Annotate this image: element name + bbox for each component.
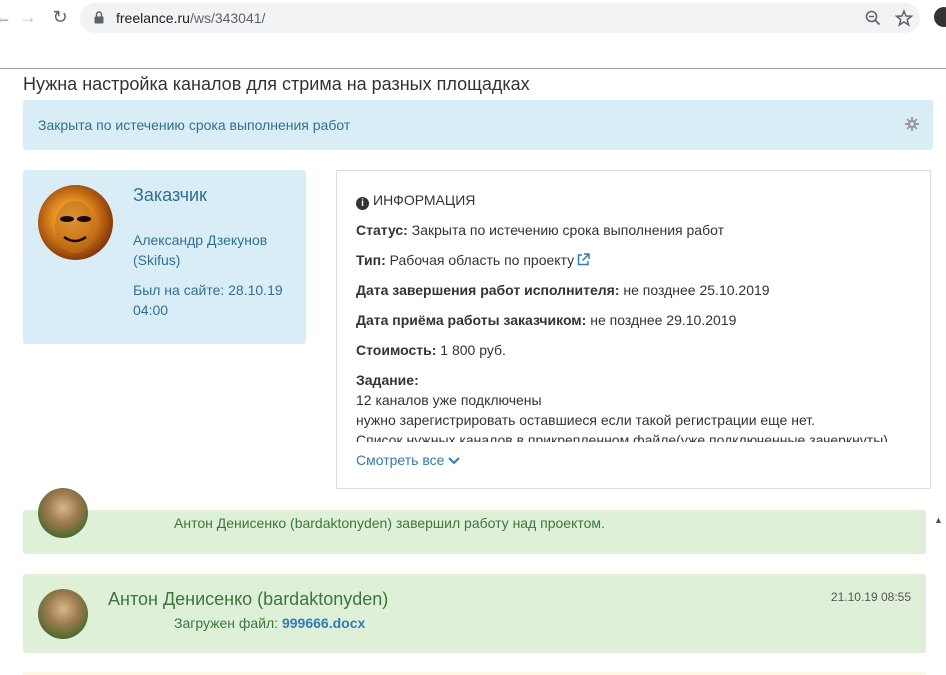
zoom-icon[interactable] (864, 9, 882, 27)
url-host: freelance.ru (116, 10, 190, 26)
type-label: Тип: (356, 252, 386, 268)
event-item: Антон Денисенко (bardaktonyden) завершил… (23, 488, 926, 554)
info-icon: i (356, 197, 369, 210)
info-accept-row: Дата приёма работы заказчиком: не поздне… (356, 312, 736, 328)
event-item: Антон Денисенко (bardaktonyden) 21.10.19… (23, 574, 926, 653)
browser-toolbar: ← → ↻ freelance.ru/ws/343041/ (0, 0, 946, 36)
back-arrow-icon[interactable]: ← (0, 6, 14, 28)
lock-icon (94, 11, 104, 24)
status-text: Закрыта по истечению срока выполнения ра… (38, 117, 351, 133)
status-bar: Закрыта по истечению срока выполнения ра… (23, 100, 933, 150)
profile-icon[interactable] (934, 7, 946, 27)
cost-label: Стоимость: (356, 342, 437, 358)
toolbar-divider (0, 68, 946, 69)
info-heading-text: ИНФОРМАЦИЯ (373, 192, 476, 208)
file-label: Загружен файл: (174, 615, 279, 631)
info-deadline-row: Дата завершения работ исполнителя: не по… (356, 282, 770, 298)
info-status-row: Статус: Закрыта по истечению срока выпол… (356, 222, 724, 238)
client-avatar[interactable] (38, 185, 113, 260)
type-value: Рабочая область по проекту (385, 252, 575, 268)
info-task-row: Задание: (356, 372, 419, 388)
see-all-link[interactable]: Смотреть все (356, 452, 461, 468)
url-text: freelance.ru/ws/343041/ (116, 10, 265, 26)
event-text: Антон Денисенко (bardaktonyden) завершил… (174, 515, 605, 531)
info-heading: i ИНФОРМАЦИЯ (356, 192, 475, 210)
deadline-value: не позднее 25.10.2019 (619, 282, 770, 298)
event-avatar[interactable] (38, 488, 88, 538)
status-value: Закрыта по истечению срока выполнения ра… (407, 222, 724, 238)
forward-arrow-icon[interactable]: → (17, 6, 39, 28)
info-cost-row: Стоимость: 1 800 руб. (356, 342, 506, 358)
client-name-link[interactable]: Александр Дзекунов (Skifus) (133, 230, 293, 270)
status-label: Статус: (356, 222, 408, 238)
event-file-row: Загружен файл: 999666.docx (174, 615, 365, 631)
reload-icon[interactable]: ↻ (49, 6, 71, 28)
external-link-icon[interactable] (577, 253, 590, 266)
client-avatar-image (55, 201, 95, 253)
client-last-seen: Был на сайте: 28.10.19 04:00 (133, 282, 283, 318)
task-label: Задание: (356, 372, 419, 388)
task-line: Список нужных каналов в прикрепленном фа… (356, 432, 888, 442)
client-heading: Заказчик (133, 185, 207, 205)
event-timestamp: 21.10.19 08:55 (830, 590, 911, 604)
event-avatar[interactable] (38, 589, 88, 639)
gear-icon[interactable] (905, 117, 919, 131)
info-type-row: Тип: Рабочая область по проекту (356, 252, 590, 268)
page-title: Нужна настройка каналов для стрима на ра… (23, 74, 530, 94)
event-author[interactable]: Антон Денисенко (bardaktonyden) (108, 589, 388, 610)
accept-value: не позднее 29.10.2019 (586, 312, 737, 328)
task-line: нужно зарегистрировать оставшиеся если т… (356, 412, 816, 428)
file-link[interactable]: 999666.docx (282, 615, 365, 631)
bookmark-star-icon[interactable] (895, 9, 913, 27)
cost-value: 1 800 руб. (436, 342, 506, 358)
info-panel: i ИНФОРМАЦИЯ Статус: Закрыта по истечению… (336, 170, 931, 489)
url-path: /ws/343041/ (189, 10, 266, 26)
see-all-label: Смотреть все (356, 452, 445, 468)
address-bar[interactable]: freelance.ru/ws/343041/ (80, 3, 920, 33)
scroll-up-arrow-icon[interactable]: ▲ (934, 515, 944, 525)
deadline-label: Дата завершения работ исполнителя: (356, 282, 620, 298)
task-description: 12 каналов уже подключены нужно зарегист… (356, 390, 916, 442)
accept-label: Дата приёма работы заказчиком: (356, 312, 587, 328)
client-card: Заказчик Александр Дзекунов (Skifus) Был… (23, 170, 306, 344)
task-line: 12 каналов уже подключены (356, 392, 542, 408)
chevron-down-icon (448, 457, 461, 465)
